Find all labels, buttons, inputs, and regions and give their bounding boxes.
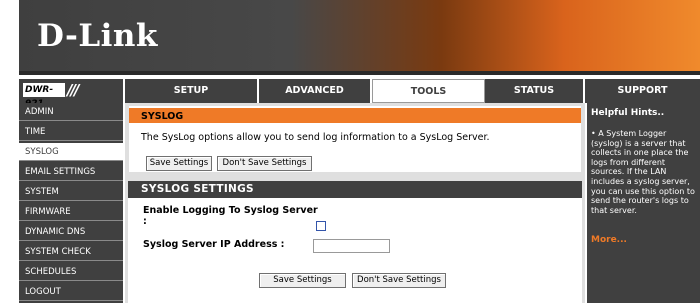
server-ip-input[interactable] <box>313 239 390 253</box>
tab-support[interactable]: SUPPORT <box>585 79 700 103</box>
tab-status[interactable]: STATUS <box>485 79 585 103</box>
sidebar: ADMIN TIME SYSLOG EMAIL SETTINGS SYSTEM … <box>19 103 125 303</box>
sidebar-item-schedules[interactable]: SCHEDULES <box>19 263 123 281</box>
syslog-title: SYSLOG <box>129 106 581 123</box>
syslog-section: SYSLOG The SysLog options allow you to s… <box>128 105 582 173</box>
helpful-hints-panel: Helpful Hints.. • A System Logger (syslo… <box>585 103 700 303</box>
model-label: DWR-921 <box>23 83 65 109</box>
tab-tools[interactable]: TOOLS <box>372 79 485 103</box>
hints-title: Helpful Hints.. <box>591 108 665 118</box>
enable-logging-label: Enable Logging To Syslog Server <box>143 205 318 216</box>
sidebar-item-dynamic-dns[interactable]: DYNAMIC DNS <box>19 223 123 241</box>
main-content: SYSLOG The SysLog options allow you to s… <box>125 103 585 303</box>
bottom-dont-save-settings-button[interactable]: Don't Save Settings <box>352 273 446 288</box>
header-banner: D-Link <box>19 0 700 75</box>
dont-save-settings-button[interactable]: Don't Save Settings <box>217 156 312 171</box>
hints-text: • A System Logger (syslog) is a server t… <box>591 129 695 215</box>
server-ip-label: Syslog Server IP Address : <box>143 239 285 250</box>
model-slashes: /// <box>67 81 80 99</box>
enable-logging-checkbox[interactable] <box>316 221 326 231</box>
hints-more-link[interactable]: More... <box>591 235 627 245</box>
sidebar-item-time[interactable]: TIME <box>19 123 123 141</box>
dlink-logo: D-Link <box>37 18 158 54</box>
sidebar-item-email-settings[interactable]: EMAIL SETTINGS <box>19 163 123 181</box>
sidebar-item-syslog[interactable]: SYSLOG <box>19 143 123 161</box>
sidebar-item-firmware[interactable]: FIRMWARE <box>19 203 123 221</box>
top-navigation: DWR-921 /// SETUP ADVANCED TOOLS STATUS … <box>19 79 700 109</box>
page: D-Link DWR-921 /// SETUP ADVANCED TOOLS … <box>0 0 700 303</box>
syslog-settings-title: SYSLOG SETTINGS <box>128 181 582 198</box>
syslog-description: The SysLog options allow you to send log… <box>141 132 490 143</box>
tab-setup[interactable]: SETUP <box>125 79 259 103</box>
bottom-save-settings-button[interactable]: Save Settings <box>259 273 346 288</box>
save-settings-button[interactable]: Save Settings <box>146 156 212 171</box>
model-cell: DWR-921 /// <box>19 79 125 109</box>
left-margin <box>0 0 19 303</box>
syslog-settings-section: SYSLOG SETTINGS Enable Logging To Syslog… <box>128 181 582 258</box>
bottom-button-area: Save Settings Don't Save Settings <box>128 258 582 303</box>
enable-logging-colon: : <box>143 216 147 227</box>
sidebar-item-system[interactable]: SYSTEM <box>19 183 123 201</box>
sidebar-item-system-check[interactable]: SYSTEM CHECK <box>19 243 123 261</box>
tab-advanced[interactable]: ADVANCED <box>259 79 372 103</box>
sidebar-item-logout[interactable]: LOGOUT <box>19 283 123 301</box>
sidebar-item-admin[interactable]: ADMIN <box>19 103 123 121</box>
